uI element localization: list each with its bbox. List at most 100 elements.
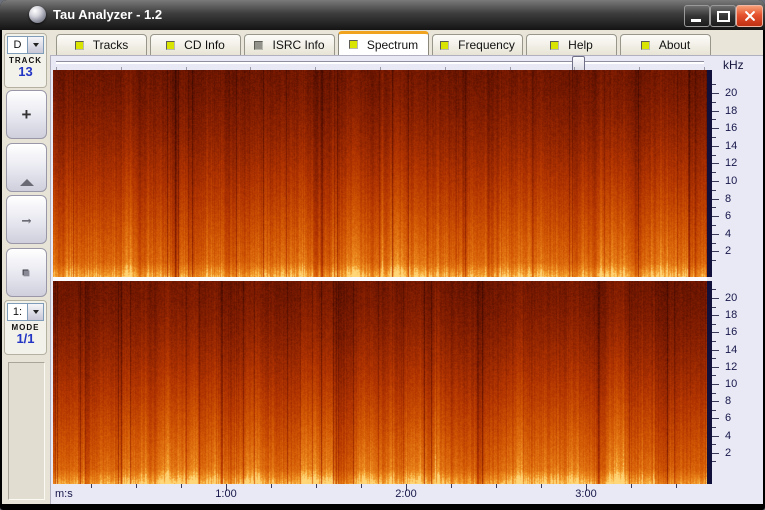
- tab-about[interactable]: About: [620, 34, 711, 55]
- freq-tick: [712, 298, 719, 299]
- freq-axis-label: 2: [725, 245, 749, 257]
- tab-led-icon: [550, 41, 559, 50]
- freq-tick: [712, 393, 716, 394]
- tab-led-icon: [166, 41, 175, 50]
- freq-tick: [712, 93, 719, 94]
- stop-button[interactable]: ■: [6, 248, 47, 297]
- sidebar: D TRACK 13 + → ■ 1:: [2, 30, 50, 504]
- eject-button[interactable]: [6, 143, 47, 192]
- freq-tick: [712, 155, 716, 156]
- time-tick: [316, 484, 317, 488]
- freq-tick: [712, 216, 719, 217]
- freq-tick: [712, 111, 719, 112]
- sidebar-recess: [8, 362, 45, 500]
- mode-group: 1: MODE 1/1: [4, 300, 47, 355]
- freq-axis-label: 8: [725, 193, 749, 205]
- freq-tick: [712, 436, 719, 437]
- time-tick: [361, 484, 362, 488]
- minimize-icon: [691, 19, 701, 22]
- time-tick: [496, 484, 497, 488]
- time-tick: [271, 484, 272, 488]
- freq-axis-label: 20: [725, 87, 749, 99]
- minimize-button[interactable]: [684, 5, 710, 27]
- zoom-select-value: 1:: [7, 303, 27, 321]
- freq-tick: [712, 350, 719, 351]
- mode-value: 1/1: [5, 332, 46, 346]
- freq-tick: [712, 172, 716, 173]
- freq-tick: [712, 207, 716, 208]
- freq-axis-label: 4: [725, 228, 749, 240]
- freq-tick: [712, 181, 719, 182]
- add-track-button[interactable]: +: [6, 90, 47, 139]
- spectrogram-right-channel: [53, 281, 707, 484]
- freq-tick: [712, 341, 716, 342]
- window-body: Tracks CD Info ISRC Info Spectrum Freque…: [2, 30, 763, 504]
- spectrogram-left-channel: [53, 70, 707, 277]
- window-title: Tau Analyzer - 1.2: [53, 7, 162, 22]
- freq-tick: [712, 410, 716, 411]
- freq-tick: [712, 307, 716, 308]
- freq-axis-label: 18: [725, 309, 749, 321]
- maximize-icon: [717, 11, 730, 22]
- close-button[interactable]: [736, 5, 763, 27]
- time-axis-unit: m:s: [55, 488, 73, 500]
- time-tick: [676, 484, 677, 488]
- maximize-button[interactable]: [710, 5, 736, 27]
- freq-tick: [712, 163, 719, 164]
- freq-axis-label: 6: [725, 412, 749, 424]
- drive-select-dropdown-button[interactable]: [27, 36, 44, 54]
- drive-select[interactable]: D: [7, 36, 44, 54]
- app-icon: [29, 6, 46, 23]
- tab-label: Tracks: [93, 38, 129, 52]
- freq-tick: [712, 190, 716, 191]
- tab-frequency[interactable]: Frequency: [432, 34, 523, 55]
- tab-isrc-info[interactable]: ISRC Info: [244, 34, 335, 55]
- freq-axis-label: 16: [725, 122, 749, 134]
- time-axis-label: 2:00: [386, 488, 426, 500]
- next-track-button[interactable]: →: [6, 195, 47, 244]
- chevron-down-icon: [33, 43, 39, 47]
- freq-tick: [712, 367, 719, 368]
- freq-tick: [712, 418, 719, 419]
- tab-led-icon: [254, 41, 263, 50]
- freq-tick: [712, 315, 719, 316]
- freq-axis-label: 2: [725, 447, 749, 459]
- tab-label: Spectrum: [367, 38, 418, 52]
- freq-axis-label: 6: [725, 210, 749, 222]
- freq-axis-label: 8: [725, 395, 749, 407]
- freq-tick: [712, 146, 719, 147]
- freq-tick: [712, 427, 716, 428]
- freq-axis-label: 12: [725, 361, 749, 373]
- freq-axis-label: 18: [725, 105, 749, 117]
- freq-axis-label: 14: [725, 344, 749, 356]
- track-number: 13: [5, 65, 46, 79]
- freq-tick: [712, 260, 716, 261]
- freq-tick: [712, 225, 716, 226]
- freq-tick: [712, 375, 716, 376]
- freq-axis-unit: kHz: [723, 58, 744, 72]
- tab-cd-info[interactable]: CD Info: [150, 34, 241, 55]
- freq-tick: [712, 332, 719, 333]
- freq-tick: [712, 119, 716, 120]
- position-slider[interactable]: [56, 61, 704, 64]
- titlebar[interactable]: Tau Analyzer - 1.2: [0, 0, 765, 30]
- tab-help[interactable]: Help: [526, 34, 617, 55]
- freq-tick: [712, 401, 719, 402]
- freq-tick: [712, 243, 716, 244]
- zoom-select[interactable]: 1:: [7, 303, 44, 321]
- freq-axis-label: 10: [725, 175, 749, 187]
- tab-tracks[interactable]: Tracks: [56, 34, 147, 55]
- eject-icon: [20, 162, 34, 174]
- tab-spectrum[interactable]: Spectrum: [338, 31, 429, 55]
- tab-label: Frequency: [458, 38, 515, 52]
- time-tick: [91, 484, 92, 488]
- freq-tick: [712, 251, 719, 252]
- freq-axis-label: 12: [725, 157, 749, 169]
- freq-tick: [712, 324, 716, 325]
- time-tick: [451, 484, 452, 488]
- freq-tick: [712, 199, 719, 200]
- freq-tick: [712, 102, 716, 103]
- plus-icon: +: [22, 105, 32, 125]
- zoom-select-dropdown-button[interactable]: [27, 303, 44, 321]
- freq-tick: [712, 137, 716, 138]
